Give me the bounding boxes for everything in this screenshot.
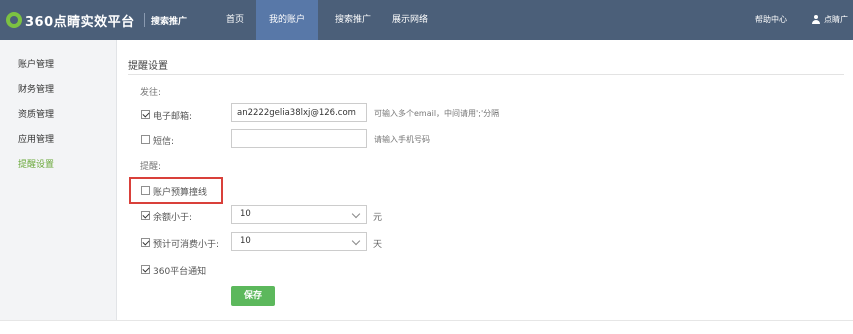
phone-hint: 请输入手机号码 — [374, 135, 430, 144]
balance-select[interactable]: 10 — [231, 205, 367, 224]
sidebar: 账户管理 财务管理 资质管理 应用管理 提醒设置 — [0, 40, 117, 320]
sidebar-item-qualification-management[interactable]: 资质管理 — [18, 107, 54, 120]
email-hint: 可输入多个email，中间请用';'分隔 — [374, 109, 500, 118]
balance-label: 余额小于: — [153, 213, 193, 223]
balance-checkbox[interactable] — [141, 211, 150, 220]
send-to-label: 发往: — [140, 88, 162, 98]
brand-product: 搜索推广 — [151, 17, 188, 27]
days-checkbox[interactable] — [141, 238, 150, 247]
footer — [0, 322, 853, 334]
sidebar-item-account-management[interactable]: 账户管理 — [18, 57, 54, 70]
email-field[interactable] — [231, 103, 367, 122]
days-value: 10 — [240, 236, 251, 246]
sidebar-item-app-management[interactable]: 应用管理 — [18, 132, 54, 145]
days-label: 预计可消费小于: — [153, 240, 220, 250]
brand-logo[interactable]: 360点睛实效平台 — [6, 11, 135, 30]
budget-label: 账户预算撞线 — [153, 188, 208, 198]
save-button[interactable]: 保存 — [231, 286, 275, 306]
days-select[interactable]: 10 — [231, 232, 367, 251]
budget-checkbox[interactable] — [141, 186, 150, 195]
sidebar-item-reminder-settings[interactable]: 提醒设置 — [18, 157, 54, 170]
main-content: 提醒设置 发往: 电子邮箱: 可输入多个email，中间请用';'分隔 短信: … — [117, 40, 853, 320]
email-label: 电子邮箱: — [153, 112, 193, 122]
email-checkbox[interactable] — [141, 110, 150, 119]
user-icon — [812, 15, 820, 24]
days-unit: 天 — [373, 240, 383, 250]
brand-name: 360点睛实效平台 — [25, 14, 135, 30]
user-menu[interactable]: 点睛广告 — [824, 0, 853, 64]
nav-my-account[interactable]: 我的账户 — [256, 0, 318, 40]
platform-notice-label: 360平台通知 — [153, 267, 207, 277]
remind-label: 提醒: — [140, 162, 162, 172]
chevron-down-icon — [351, 209, 361, 219]
balance-unit: 元 — [373, 213, 383, 223]
footer-divider — [0, 320, 853, 321]
page-title: 提醒设置 — [128, 61, 168, 72]
phone-field[interactable] — [231, 129, 367, 148]
balance-value: 10 — [240, 209, 251, 219]
sms-label: 短信: — [153, 137, 175, 147]
title-divider — [128, 74, 844, 75]
top-navigation-bar: 360点睛实效平台 搜索推广 首页 我的账户 搜索推广 展示网络 帮助中心 点睛… — [0, 0, 853, 64]
sms-checkbox[interactable] — [141, 135, 150, 144]
chevron-down-icon — [351, 236, 361, 246]
platform-notice-checkbox[interactable] — [141, 265, 150, 274]
logo-icon — [6, 12, 22, 28]
help-center-link[interactable]: 帮助中心 — [755, 0, 787, 40]
nav-search-promotion[interactable]: 搜索推广 — [326, 0, 380, 40]
nav-display-network[interactable]: 展示网络 — [388, 0, 432, 40]
brand-divider — [144, 13, 145, 27]
sidebar-item-finance-management[interactable]: 财务管理 — [18, 82, 54, 95]
nav-home[interactable]: 首页 — [216, 0, 254, 40]
